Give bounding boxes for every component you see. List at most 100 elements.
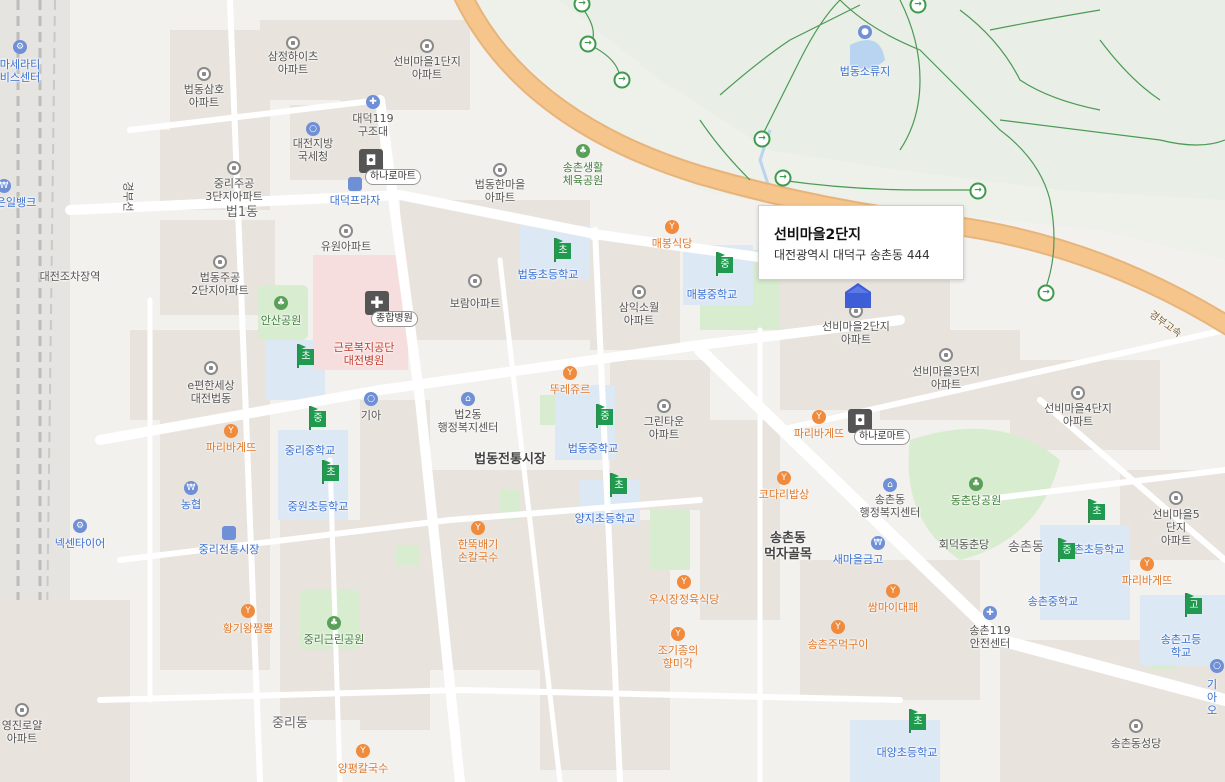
trail-arrow-icon[interactable]: →	[774, 169, 792, 187]
apt-label[interactable]: 유원아파트	[321, 240, 372, 253]
school-flag-icon[interactable]: 초	[609, 473, 627, 497]
school-label[interactable]: 법동중학교	[568, 442, 619, 455]
apt-label[interactable]: 선비마을1단지 아파트	[393, 55, 461, 81]
school-label[interactable]: 양지초등학교	[575, 512, 636, 525]
trail-arrow-icon[interactable]: →	[613, 71, 631, 89]
facility-label[interactable]: 마세라티 비스센터	[0, 58, 40, 84]
mart-pin[interactable]: ◘ 하나로마트	[848, 409, 910, 445]
facility-label[interactable]: 대덕119 구조대	[352, 112, 393, 138]
trail-arrow-icon[interactable]: →	[969, 182, 987, 200]
hospital-pin[interactable]: ✚ 종합병원	[365, 291, 418, 327]
school-label[interactable]: 송촌중학교	[1028, 595, 1079, 608]
place-info-popup[interactable]: 선비마을2단지 대전광역시 대덕구 송촌동 444	[758, 205, 964, 280]
school-label[interactable]: 대양초등학교	[877, 746, 938, 759]
church-icon	[1129, 719, 1143, 733]
restaurant-label[interactable]: 조기종의 향미각	[658, 644, 698, 670]
apt-label[interactable]: 선비마을3단지 아파트	[912, 365, 980, 391]
facility-label[interactable]: 은일뱅크	[0, 196, 36, 209]
facility-label[interactable]: 기아오	[1206, 678, 1219, 717]
facility-label[interactable]: 송촌동성당	[1111, 737, 1162, 750]
restaurant-label[interactable]: 쌈마이대패	[868, 601, 919, 614]
park-icon: ♣	[576, 144, 590, 158]
facility-label[interactable]: 법2동 행정복지센터	[438, 408, 499, 434]
popup-address: 대전광역시 대덕구 송촌동 444	[774, 248, 930, 262]
trail-arrow-icon[interactable]: →	[579, 35, 597, 53]
restaurant-label[interactable]: 파리바게뜨	[1122, 574, 1173, 587]
restaurant-icon: Y	[777, 471, 791, 485]
park-label[interactable]: 중리근린공원	[304, 633, 365, 646]
school-label[interactable]: 중리중학교	[285, 444, 336, 457]
shopping-icon	[348, 177, 362, 191]
park-icon: ♣	[327, 616, 341, 630]
restaurant-label[interactable]: 매봉식당	[652, 237, 692, 250]
map-base-layer	[0, 0, 1225, 782]
facility-label[interactable]: 대덕프라자	[330, 194, 381, 207]
facility-label[interactable]: 농협	[181, 498, 201, 511]
facility-label[interactable]: 송촌119 안전센터	[969, 624, 1010, 650]
mart-pin[interactable]: ◘ 하나로마트	[359, 149, 421, 185]
apt-label[interactable]: 영진로얄 아파트	[2, 719, 42, 745]
facility-label[interactable]: 회덕동춘당	[939, 538, 990, 551]
apt-label[interactable]: 법동한마을 아파트	[475, 178, 526, 204]
restaurant-label[interactable]: 한뚝배기 손칼국수	[458, 538, 498, 564]
school-flag-icon[interactable]: 중	[308, 406, 326, 430]
school-flag-icon[interactable]: 중	[595, 404, 613, 428]
apt-label[interactable]: 중리주공 3단지아파트	[205, 177, 263, 203]
area-label-rail-yard: 대전조차장역	[39, 270, 101, 283]
hospital-label[interactable]: 근로복지공단 대전병원	[334, 341, 395, 367]
restaurant-label[interactable]: 파리바게뜨	[794, 427, 845, 440]
park-label[interactable]: 안산공원	[261, 314, 301, 327]
school-flag-text: 중	[1059, 543, 1075, 559]
apt-label[interactable]: 그린타운 아파트	[644, 415, 684, 441]
facility-label[interactable]: 기아	[361, 409, 381, 422]
trail-arrow-icon[interactable]: →	[1037, 284, 1055, 302]
school-label[interactable]: 법동초등학교	[518, 268, 579, 281]
school-flag-icon[interactable]: 중	[715, 252, 733, 276]
restaurant-icon: Y	[665, 220, 679, 234]
school-flag-icon[interactable]: 초	[553, 238, 571, 262]
apt-label[interactable]: 삼정하이츠 아파트	[268, 50, 319, 76]
school-flag-icon[interactable]: 초	[296, 344, 314, 368]
facility-label[interactable]: 중리전통시장	[199, 543, 260, 556]
park-label[interactable]: 동춘당공원	[951, 494, 1002, 507]
facility-label[interactable]: 송촌동 행정복지센터	[860, 493, 921, 519]
government-office-icon: ○	[306, 122, 320, 136]
facility-label[interactable]: 새마을금고	[833, 553, 884, 566]
school-flag-icon[interactable]: 고	[1184, 593, 1202, 617]
park-label[interactable]: 법동소류지	[840, 65, 891, 78]
apt-label[interactable]: 삼익소월 아파트	[619, 301, 659, 327]
restaurant-label[interactable]: 우시장정육식당	[649, 593, 720, 606]
school-flag-icon[interactable]: 초	[1087, 499, 1105, 523]
selected-location-marker-icon[interactable]	[843, 281, 873, 311]
restaurant-label[interactable]: 양평칼국수	[338, 762, 389, 775]
school-label[interactable]: 중원초등학교	[288, 500, 349, 513]
hospital-tag: 종합병원	[371, 311, 418, 327]
restaurant-label[interactable]: 황기왕짬뽕	[223, 622, 274, 635]
apt-label[interactable]: 선비마을4단지 아파트	[1044, 402, 1112, 428]
restaurant-label[interactable]: 뚜레쥬르	[550, 383, 590, 396]
park-icon: ♣	[274, 296, 288, 310]
restaurant-label[interactable]: 파리바게뜨	[206, 441, 257, 454]
restaurant-label[interactable]: 송촌주먹구이	[808, 638, 869, 651]
apt-label-selected[interactable]: 선비마을2단지 아파트	[822, 320, 890, 346]
school-label[interactable]: 송촌고등학교	[1159, 633, 1203, 659]
apartment-icon	[493, 163, 507, 177]
school-flag-icon[interactable]: 중	[1057, 538, 1075, 562]
restaurant-label[interactable]: 코다리밥상	[759, 488, 810, 501]
apt-label[interactable]: 보람아파트	[450, 297, 501, 310]
apartment-icon	[1169, 491, 1183, 505]
apt-label[interactable]: 법동주공 2단지아파트	[191, 271, 249, 297]
map-canvas[interactable]: 경부고속 법1동 법동전통시장 송촌동 먹자골목 송촌동 중리동 대전조차장역 …	[0, 0, 1225, 782]
apartment-icon	[15, 703, 29, 717]
facility-label[interactable]: 대전지방 국세청	[293, 137, 333, 163]
school-label[interactable]: 매봉중학교	[687, 288, 738, 301]
apt-label[interactable]: 법동삼호 아파트	[184, 83, 224, 109]
school-flag-icon[interactable]: 초	[908, 709, 926, 733]
facility-label[interactable]: 넥센타이어	[55, 537, 106, 550]
school-flag-icon[interactable]: 초	[321, 460, 339, 484]
area-label-jungri: 중리동	[272, 716, 308, 731]
park-label[interactable]: 송촌생활 체육공원	[563, 161, 603, 187]
trail-arrow-icon[interactable]: →	[753, 130, 771, 148]
apt-label[interactable]: 선비마을5단지 아파트	[1152, 508, 1201, 547]
apt-label[interactable]: e편한세상 대전법동	[187, 379, 234, 405]
